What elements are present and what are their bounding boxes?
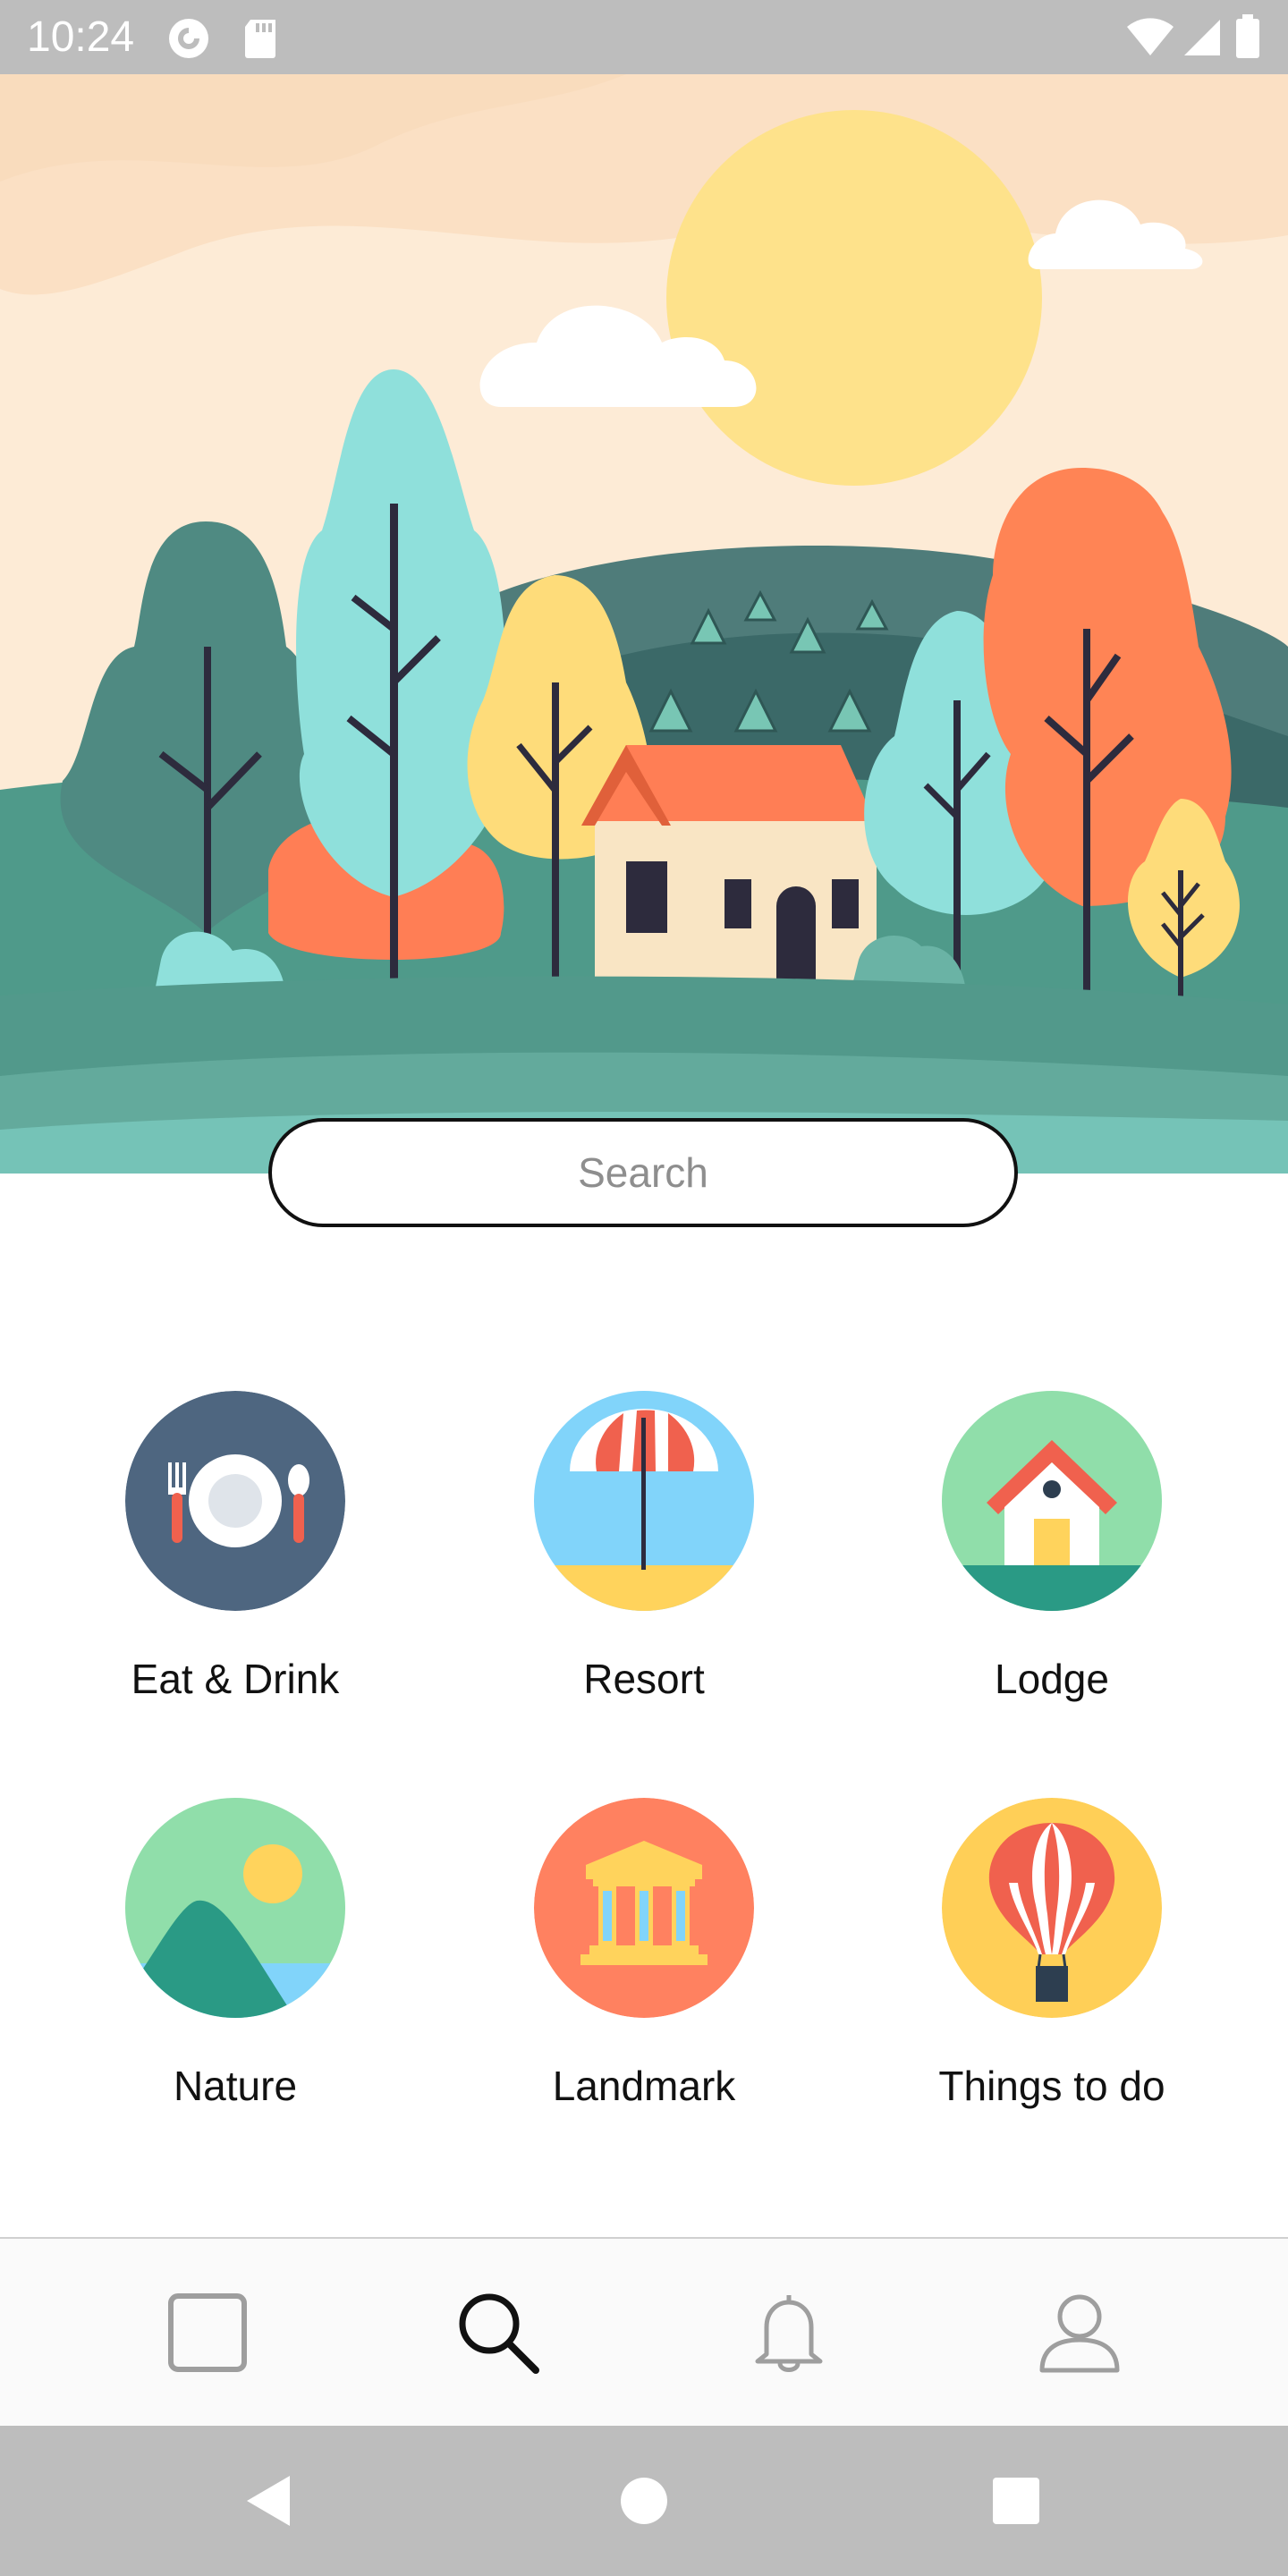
- hot-air-balloon-icon: [942, 1798, 1162, 2018]
- category-label: Resort: [583, 1656, 705, 1702]
- category-label: Lodge: [995, 1656, 1109, 1702]
- profile-icon[interactable]: [1026, 2279, 1133, 2386]
- hero-illustration: [0, 74, 1288, 1174]
- category-things-to-do[interactable]: Things to do: [864, 1798, 1240, 2111]
- pocket-casts-icon: [168, 18, 215, 64]
- home-square-icon[interactable]: [154, 2279, 261, 2386]
- category-label: Landmark: [552, 2063, 736, 2109]
- museum-icon: [534, 1798, 754, 2018]
- plate-cutlery-icon: [125, 1391, 345, 1611]
- category-lodge[interactable]: Lodge: [864, 1391, 1240, 1704]
- category-label: Nature: [173, 2063, 298, 2109]
- wifi-icon: [1125, 18, 1175, 62]
- mountain-sun-icon: [125, 1798, 345, 2018]
- beach-umbrella-icon: [534, 1391, 754, 1611]
- category-nature[interactable]: Nature: [47, 1798, 423, 2111]
- category-landmark[interactable]: Landmark: [456, 1798, 832, 2111]
- bottom-navigation: [0, 2237, 1288, 2426]
- category-resort[interactable]: Resort: [456, 1391, 832, 1704]
- status-bar: 10:24: [0, 0, 1288, 74]
- search-bar[interactable]: [268, 1118, 1018, 1227]
- notifications-bell-icon[interactable]: [735, 2279, 843, 2386]
- house-icon: [942, 1391, 1162, 1611]
- search-input[interactable]: [301, 1148, 985, 1198]
- search-icon[interactable]: [445, 2279, 552, 2386]
- signal-icon: [1182, 18, 1222, 62]
- category-label: Things to do: [938, 2063, 1165, 2109]
- sd-card-icon: [243, 18, 279, 64]
- status-time: 10:24: [27, 13, 135, 61]
- back-icon[interactable]: [233, 2465, 304, 2537]
- recents-icon[interactable]: [980, 2465, 1052, 2537]
- system-navigation-bar: [0, 2426, 1288, 2576]
- home-icon[interactable]: [608, 2465, 680, 2537]
- category-label: Eat & Drink: [131, 1656, 340, 1702]
- category-eat-drink[interactable]: Eat & Drink: [47, 1391, 423, 1704]
- battery-icon: [1234, 14, 1261, 64]
